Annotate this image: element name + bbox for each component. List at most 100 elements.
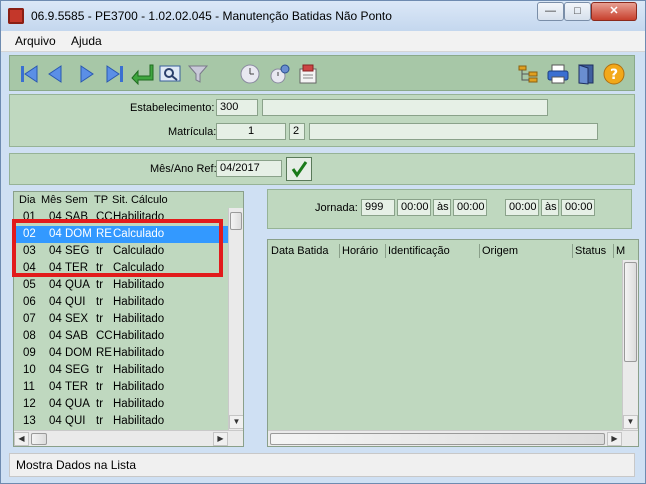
col-header-sit[interactable]: Sit. Cálculo	[112, 192, 168, 208]
cell-mes: 04	[49, 279, 62, 291]
col-header-data-batida[interactable]: Data Batida	[271, 243, 328, 259]
checkmark-icon	[291, 161, 308, 178]
period-panel: Mês/Ano Ref: 04/2017	[9, 153, 635, 185]
day-list-hscrollbar[interactable]: ◀ ▶	[14, 430, 243, 446]
matricula-name-field	[309, 123, 598, 140]
next-record-button[interactable]	[74, 62, 98, 86]
day-list-vscroll-thumb[interactable]	[230, 212, 242, 230]
col-header-origem[interactable]: Origem	[482, 243, 518, 259]
application-window: 06.9.5585 - PE3700 - 1.02.02.045 - Manut…	[0, 0, 646, 484]
col-header-status[interactable]: Status	[575, 243, 606, 259]
cell-dia: 12	[23, 398, 36, 410]
matricula-field[interactable]: 1	[216, 123, 286, 140]
col-header-identificacao[interactable]: Identificação	[388, 243, 450, 259]
day-list-row[interactable]: 12 04 QUA tr Habilitado	[14, 396, 228, 413]
day-list-row[interactable]: 10 04 SEG tr Habilitado	[14, 362, 228, 379]
jornada-sep1: às	[433, 199, 451, 216]
card-icon	[299, 64, 317, 84]
filter-button[interactable]	[186, 62, 210, 86]
cell-dia: 06	[23, 296, 36, 308]
cell-tp: tr	[96, 381, 104, 393]
minimize-button[interactable]: —	[537, 2, 564, 21]
next-icon	[80, 65, 94, 83]
cell-sem: QUI	[65, 296, 86, 308]
day-list-row[interactable]: 08 04 SAB CC Habilitado	[14, 328, 228, 345]
menu-ajuda[interactable]: Ajuda	[71, 34, 102, 48]
day-list-vscrollbar[interactable]: ▼	[228, 208, 243, 430]
day-list-hscroll-thumb[interactable]	[31, 433, 47, 445]
cell-mes: 04	[49, 330, 62, 342]
col-header-horario[interactable]: Horário	[342, 243, 378, 259]
day-list-row[interactable]: 07 04 SEX tr Habilitado	[14, 311, 228, 328]
day-list-scroll-left[interactable]: ◀	[14, 432, 29, 446]
help-icon: ?	[603, 63, 625, 85]
tree-view-button[interactable]	[516, 62, 540, 86]
clock-button[interactable]	[238, 62, 262, 86]
batidas-vscrollbar[interactable]: ▼	[622, 260, 638, 430]
cell-sem: SEG	[65, 364, 90, 376]
col-header-m[interactable]: M	[616, 243, 625, 259]
col-header-sem[interactable]: Sem	[65, 192, 88, 208]
last-record-button[interactable]	[102, 62, 126, 86]
estabelecimento-code-field[interactable]: 300	[216, 99, 258, 116]
search-button[interactable]	[158, 62, 182, 86]
window-title: 06.9.5585 - PE3700 - 1.02.02.045 - Manut…	[31, 9, 392, 23]
day-list-scroll-down[interactable]: ▼	[229, 415, 243, 429]
first-record-button[interactable]	[18, 62, 42, 86]
filter-icon	[187, 65, 209, 83]
menu-bar: Arquivo Ajuda	[1, 31, 645, 52]
cell-dia: 11	[23, 381, 35, 393]
batidas-hscrollbar[interactable]: ▶	[268, 430, 638, 446]
app-icon	[8, 8, 24, 24]
batidas-grid[interactable]: Data Batida Horário Identificação Origem…	[267, 239, 639, 447]
period-field[interactable]: 04/2017	[216, 160, 282, 177]
maximize-button[interactable]: □	[564, 2, 591, 21]
clock-settings-button[interactable]	[268, 62, 292, 86]
close-button[interactable]: ✕	[591, 2, 637, 21]
col-divider	[339, 244, 340, 258]
col-header-dia[interactable]: Dia	[19, 192, 36, 208]
card-reader-button[interactable]	[296, 62, 320, 86]
matricula-digit-field: 2	[289, 123, 305, 140]
goto-button[interactable]	[130, 62, 154, 86]
jornada-panel: Jornada: 999 00:00 às 00:00 00:00 às 00:…	[267, 189, 632, 229]
batidas-vscroll-thumb[interactable]	[624, 262, 637, 362]
cell-sit: Habilitado	[113, 398, 165, 410]
cell-sit: Habilitado	[113, 415, 165, 427]
annotation-highlight-box	[12, 219, 223, 277]
day-list-row[interactable]: 06 04 QUI tr Habilitado	[14, 294, 228, 311]
day-list-row[interactable]: 13 04 QUI tr Habilitado	[14, 413, 228, 430]
print-button[interactable]	[546, 62, 570, 86]
cell-dia: 10	[23, 364, 36, 376]
cell-tp: tr	[96, 364, 104, 376]
cell-sit: Habilitado	[113, 330, 165, 342]
jornada-end2-field: 00:00	[561, 199, 595, 216]
day-list-row[interactable]: 11 04 TER tr Habilitado	[14, 379, 228, 396]
cell-sit: Habilitado	[113, 347, 165, 359]
cell-mes: 04	[49, 313, 62, 325]
day-list-row[interactable]: 09 04 DOM RE Habilitado	[14, 345, 228, 362]
svg-text:?: ?	[610, 67, 618, 83]
menu-arquivo[interactable]: Arquivo	[15, 34, 56, 48]
estabelecimento-name-field	[262, 99, 548, 116]
cell-tp: tr	[96, 415, 104, 427]
col-header-tp[interactable]: TP	[94, 192, 108, 208]
cell-sem: DOM	[65, 347, 92, 359]
batidas-hscroll-thumb[interactable]	[270, 433, 605, 445]
day-list-row[interactable]: 05 04 QUA tr Habilitado	[14, 277, 228, 294]
estabelecimento-label: Estabelecimento:	[130, 102, 215, 114]
last-icon	[106, 65, 123, 83]
batidas-scroll-right[interactable]: ▶	[607, 432, 622, 446]
jornada-sep2: às	[541, 199, 559, 216]
previous-record-button[interactable]	[44, 62, 68, 86]
confirm-button[interactable]	[286, 157, 312, 181]
clock-gear-icon	[270, 64, 290, 84]
matricula-label: Matrícula:	[168, 126, 217, 138]
batidas-scroll-down[interactable]: ▼	[623, 415, 638, 429]
help-button[interactable]: ?	[602, 62, 626, 86]
exit-button[interactable]	[574, 62, 598, 86]
col-header-mes[interactable]: Mês	[41, 192, 62, 208]
day-list-scroll-right[interactable]: ▶	[213, 432, 228, 446]
cell-dia: 05	[23, 279, 36, 291]
cell-sit: Habilitado	[113, 296, 165, 308]
